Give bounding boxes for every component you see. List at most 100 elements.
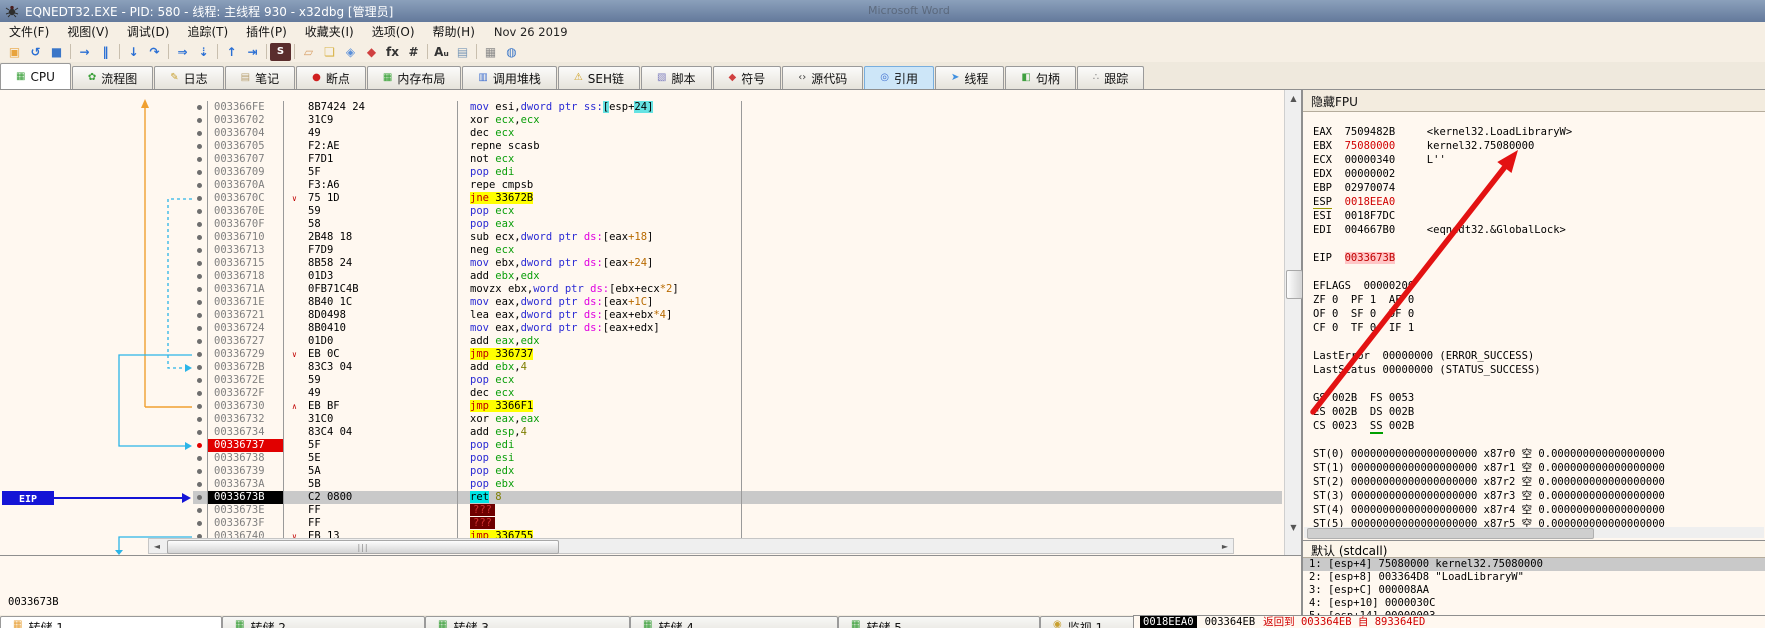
disasm-row[interactable]: 0033673E FF??? [193,504,1282,517]
scroll-down-button[interactable]: ▼ [1286,520,1301,535]
disasm-row[interactable]: 0033670F 58 pop eax [193,218,1282,231]
labels-icon[interactable]: ◈ [340,43,361,61]
bookmarks-icon[interactable]: ◆ [361,43,382,61]
instruction-text[interactable]: sub ecx,dword ptr ds:[eax+18] [458,231,742,244]
menu-插件P[interactable]: 插件(P) [237,22,296,41]
scroll-up-button[interactable]: ▲ [1286,91,1301,106]
instruction-bytes[interactable]: 5B [284,478,458,491]
gutter-dot-icon[interactable] [197,144,202,149]
disasm-horizontal-scrollbar[interactable]: ◄ ||| ► [148,538,1234,554]
breakpoint-gutter[interactable] [193,374,208,387]
gutter-dot-icon[interactable] [197,469,202,474]
instruction-text[interactable]: mov esi,dword ptr ss:[esp+24] [458,101,742,114]
tab-转储 2[interactable]: ▦ 转储 2 [222,616,425,628]
breakpoint-gutter[interactable] [193,127,208,140]
instruction-bytes[interactable]: 8B7424 24 [284,101,458,114]
disassembly-panel[interactable]: EIP 003366FE 8B7424 24 mov esi,dword ptr s… [0,90,1302,555]
argument-row[interactable]: 2: [esp+8] 003364D8 "LoadLibraryW" [1303,571,1765,584]
disasm-row[interactable]: 00336737 5F pop edi [193,439,1282,452]
instruction-address[interactable]: 00336721 [208,309,284,322]
scroll-thumb[interactable] [1307,528,1594,539]
instruction-bytes[interactable]: 8B40 1C [284,296,458,309]
instruction-address[interactable]: 00336729 [208,348,284,361]
breakpoint-gutter[interactable] [193,270,208,283]
instruction-bytes[interactable]: 5A [284,465,458,478]
gutter-dot-icon[interactable] [197,508,202,513]
disasm-row[interactable]: 00336738 5E pop esi [193,452,1282,465]
breakpoint-gutter[interactable] [193,179,208,192]
instruction-address[interactable]: 0033670E [208,205,284,218]
step-out-icon[interactable]: ↑ [221,43,242,61]
register-line[interactable]: LastStatus 00000000 (STATUS_SUCCESS) [1313,363,1765,377]
register-line[interactable]: EIP 0033673B [1313,251,1765,265]
instruction-address[interactable]: 00336704 [208,127,284,140]
breakpoint-dot-icon[interactable] [197,443,202,448]
modules-icon[interactable]: ▤ [452,43,473,61]
stop-icon[interactable]: ■ [46,43,67,61]
instruction-address[interactable]: 00336710 [208,231,284,244]
instruction-bytes[interactable]: F7D1 [284,153,458,166]
instruction-address[interactable]: 00336730 [208,400,284,413]
gutter-dot-icon[interactable] [197,222,202,227]
tab-引用[interactable]: ◎ 引用 [864,66,934,89]
instruction-address[interactable]: 0033673B [208,491,284,504]
disasm-row[interactable]: 0033673B C2 0800 ret 8 [193,491,1282,504]
tab-转储 1[interactable]: ▦ 转储 1 [0,616,222,628]
argument-row[interactable]: 1: [esp+4] 75080000 kernel32.75080000 [1303,558,1765,571]
register-line[interactable]: CF 0 TF 0 IF 1 [1313,321,1765,335]
gutter-dot-icon[interactable] [197,274,202,279]
instruction-bytes[interactable]: F2:AE [284,140,458,153]
open-file-icon[interactable]: ▣ [4,43,25,61]
tab-日志[interactable]: ✎ 日志 [154,66,224,89]
tab-脚本[interactable]: ▧ 脚本 [641,66,712,89]
tab-流程图[interactable]: ✿ 流程图 [71,66,154,89]
instruction-address[interactable]: 00336732 [208,413,284,426]
register-line[interactable]: EDX 00000002 [1313,167,1765,181]
instruction-address[interactable]: 00336707 [208,153,284,166]
breakpoint-gutter[interactable] [193,348,208,361]
register-list[interactable]: EAX 7509482B <kernel32.LoadLibraryW> EBX … [1303,112,1765,531]
comments-icon[interactable]: ❏ [319,43,340,61]
register-line[interactable]: ST(2) 00000000000000000000 x87r2 空 0.000… [1313,475,1765,489]
register-line[interactable]: GS 002B FS 0053 [1313,391,1765,405]
breakpoint-gutter[interactable] [193,335,208,348]
disasm-row[interactable]: 00336709 5F pop edi [193,166,1282,179]
disasm-row[interactable]: 00336732 31C0 xor eax,eax [193,413,1282,426]
instruction-address[interactable]: 0033672F [208,387,284,400]
breakpoint-gutter[interactable] [193,244,208,257]
run-to-selection-icon[interactable]: ⇒ [172,43,193,61]
gutter-dot-icon[interactable] [197,235,202,240]
gutter-dot-icon[interactable] [197,365,202,370]
scroll-left-button[interactable]: ◄ [149,539,165,553]
gutter-dot-icon[interactable] [197,287,202,292]
instruction-bytes[interactable]: 2B48 18 [284,231,458,244]
menu-文件F[interactable]: 文件(F) [0,22,58,41]
instruction-text[interactable]: pop edx [458,465,742,478]
instruction-text[interactable]: dec ecx [458,387,742,400]
instruction-text[interactable]: repe cmpsb [458,179,742,192]
instruction-bytes[interactable]: 49 [284,387,458,400]
instruction-text[interactable]: ??? [458,504,742,517]
register-line[interactable]: ST(4) 00000000000000000000 x87r4 空 0.000… [1313,503,1765,517]
instruction-bytes[interactable]: FF [284,517,458,530]
disasm-row[interactable]: 0033672F 49 dec ecx [193,387,1282,400]
instruction-text[interactable]: add ebx,4 [458,361,742,374]
instruction-bytes[interactable]: FF [284,504,458,517]
register-line[interactable]: ESI 0018F7DC [1313,209,1765,223]
disasm-row[interactable]: 00336704 49 dec ecx [193,127,1282,140]
argument-row[interactable]: 3: [esp+C] 000008AA [1303,584,1765,597]
instruction-address[interactable]: 00336734 [208,426,284,439]
register-line[interactable]: EBX 75080000 kernel32.75080000 [1313,139,1765,153]
instruction-bytes[interactable]: 58 [284,218,458,231]
instruction-text[interactable]: pop eax [458,218,742,231]
instruction-address[interactable]: 00336713 [208,244,284,257]
instruction-bytes[interactable]: 5F [284,439,458,452]
calculator-icon[interactable]: ▦ [480,43,501,61]
disasm-row[interactable]: 0033670A F3:A6 repe cmpsb [193,179,1282,192]
instruction-text[interactable]: pop ecx [458,205,742,218]
instruction-address[interactable]: 00336718 [208,270,284,283]
gutter-dot-icon[interactable] [197,105,202,110]
disasm-row[interactable]: 00336715 8B58 24 mov ebx,dword ptr ds:[eax… [193,257,1282,270]
instruction-bytes[interactable]: 8D0498 [284,309,458,322]
instruction-text[interactable]: repne scasb [458,140,742,153]
